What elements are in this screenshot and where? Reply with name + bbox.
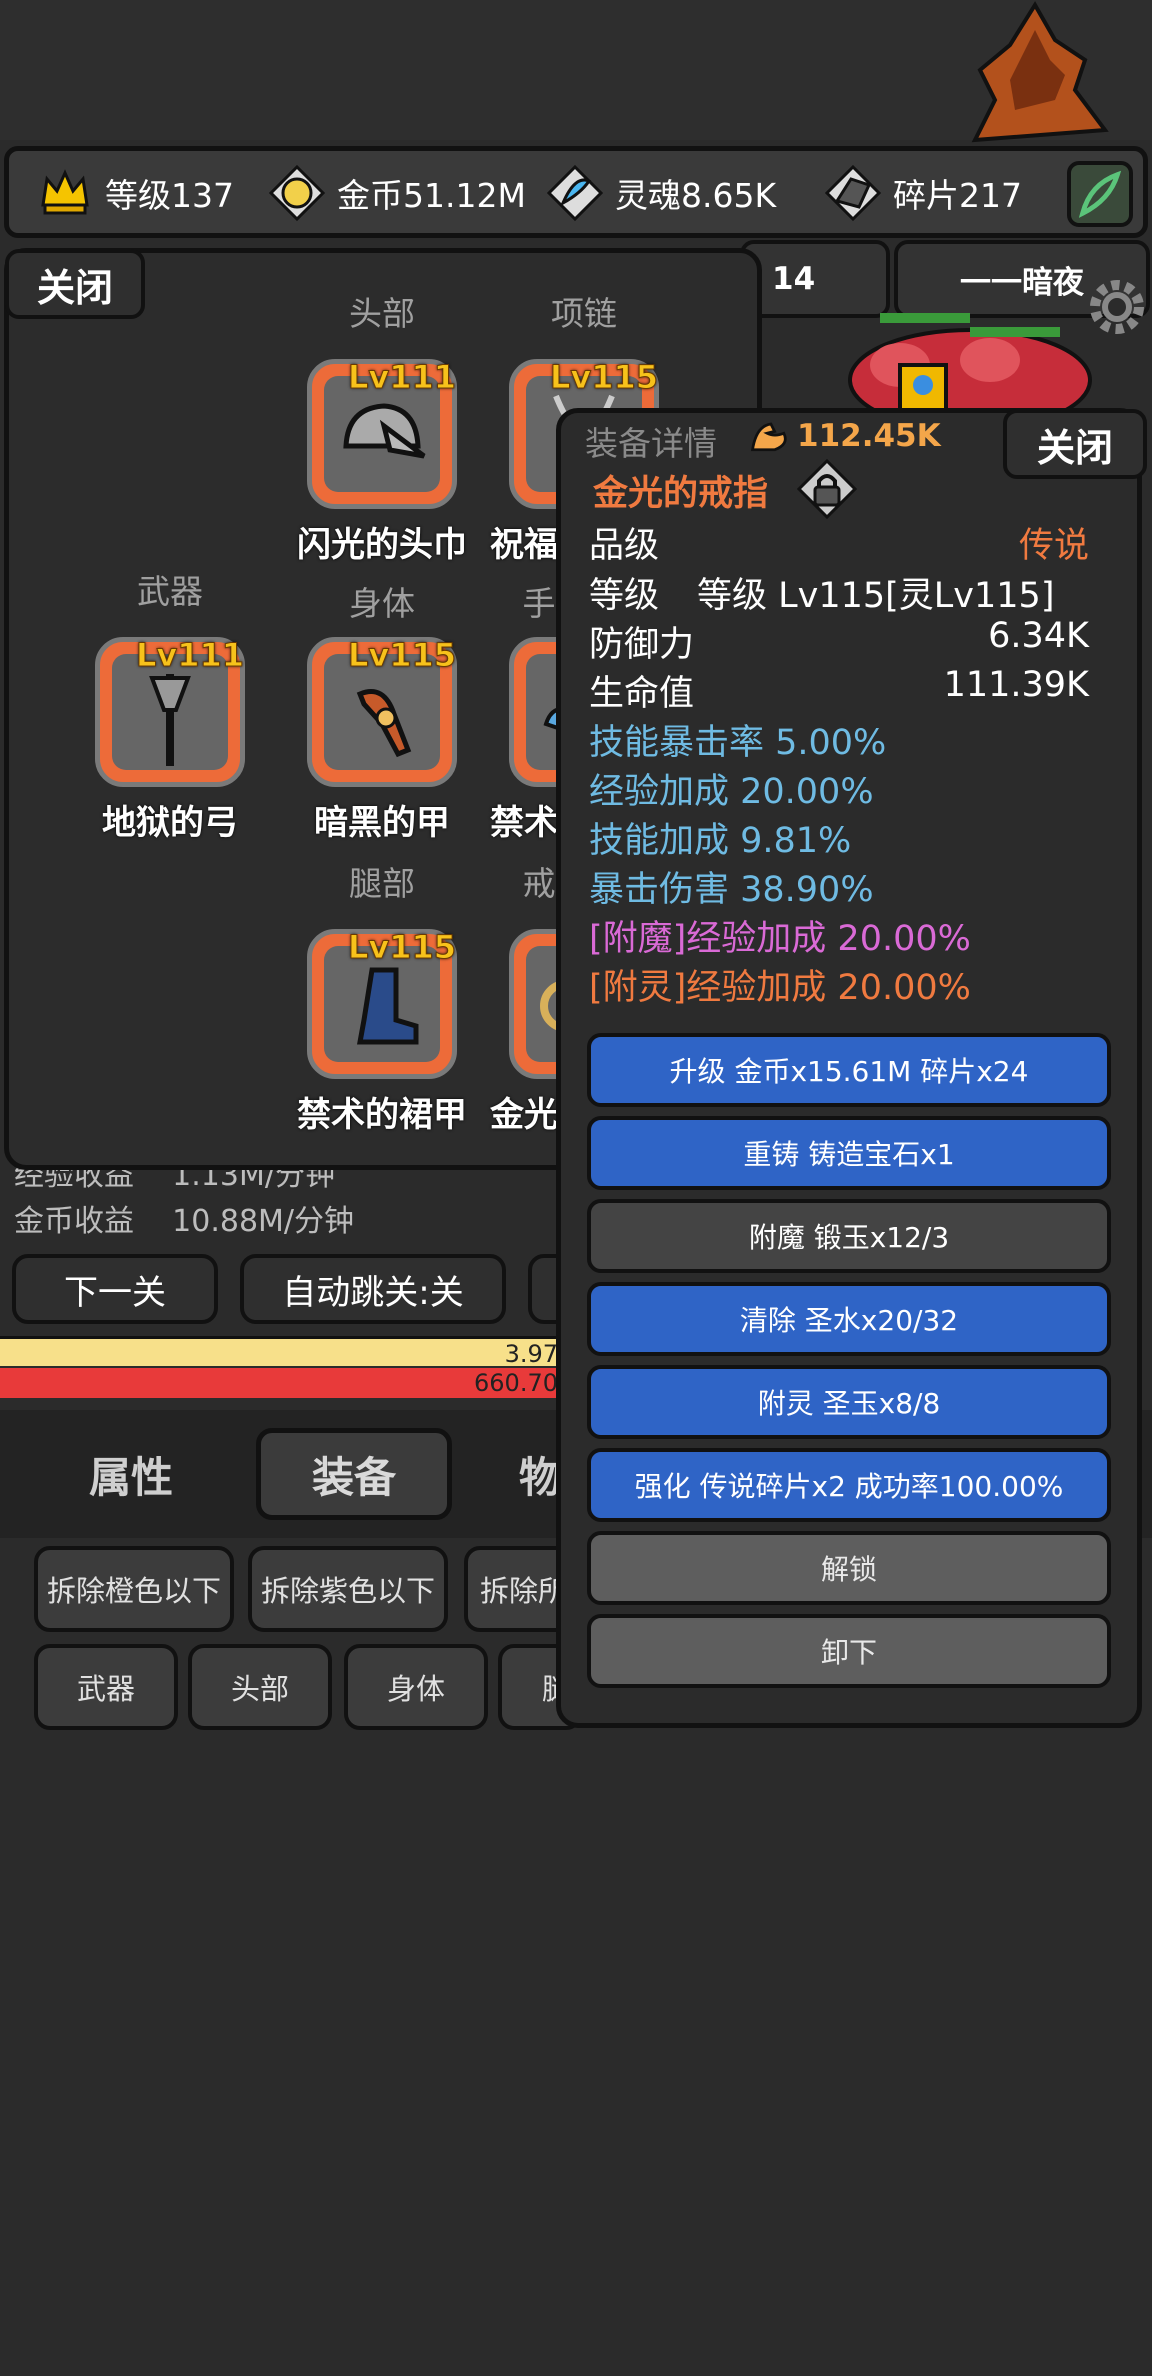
quality-label: 品级 (589, 526, 660, 566)
defense-value: 6.34K (988, 616, 1089, 656)
level-resource: 等级137 (35, 169, 234, 217)
reforge-button[interactable]: 重铸 铸造宝石x1 (587, 1116, 1111, 1190)
slot-legs-level: Lv115 (347, 928, 456, 967)
bonus-skill-crit: 技能暴击率 5.00% (589, 723, 887, 763)
gold-income-value: 10.88M/分钟 (172, 1204, 355, 1239)
filter-body-button[interactable]: 身体 (344, 1644, 488, 1730)
stage-number: 14 (772, 261, 816, 297)
slot-label-head: 头部 (349, 294, 415, 333)
tab-attributes[interactable]: 属性 (56, 1428, 206, 1520)
combat-power: 112.45K (747, 413, 941, 459)
leaf-icon (1078, 170, 1122, 218)
bonus-skill: 技能加成 9.81% (589, 821, 852, 861)
level-value-detail: 等级 Lv115[灵Lv115] (697, 576, 1055, 616)
hp-row: 生命值 111.39K (589, 665, 1089, 716)
slot-legs[interactable]: Lv115 (307, 928, 457, 1079)
slot-weapon-level: Lv111 (135, 636, 244, 675)
tab-equipment[interactable]: 装备 (256, 1428, 452, 1520)
exp-bar-value: 3.97 (504, 1340, 558, 1368)
clear-button[interactable]: 清除 圣水x20/32 (587, 1282, 1111, 1356)
slot-head[interactable]: Lv111 (307, 358, 457, 509)
crown-icon (41, 169, 89, 215)
slot-head-name: 闪光的头巾 (297, 525, 467, 565)
slot-body-level: Lv115 (347, 636, 456, 675)
gold-coin-icon (268, 164, 326, 222)
defense-label: 防御力 (589, 625, 695, 665)
dismantle-orange-button[interactable]: 拆除橙色以下 (34, 1546, 234, 1632)
slot-weapon-name: 地狱的弓 (102, 803, 238, 843)
quality-row: 品级 传说 (589, 517, 1089, 568)
slot-legs-name: 禁术的裙甲 (297, 1095, 467, 1135)
resource-bar: 等级137 金币51.12M 灵魂8.65K 碎片217 (4, 146, 1148, 238)
filter-weapon-button[interactable]: 武器 (34, 1644, 178, 1730)
dismantle-purple-button[interactable]: 拆除紫色以下 (248, 1546, 448, 1632)
detail-close-button[interactable]: 关闭 (1003, 409, 1147, 479)
equipment-detail-panel: 装备详情 112.45K 关闭 金光的戒指 品级 传说 等级 等级 Lv115[… (556, 408, 1147, 1728)
item-name: 金光的戒指 (593, 474, 769, 514)
level-row: 等级 等级 Lv115[灵Lv115] (589, 567, 1089, 618)
slot-head-level: Lv111 (347, 358, 456, 397)
filter-head-button[interactable]: 头部 (188, 1644, 332, 1730)
shards-resource: 碎片217 (823, 164, 1022, 222)
slot-label-weapon: 武器 (137, 572, 203, 611)
auto-jump-button[interactable]: 自动跳关:关 (240, 1254, 506, 1324)
shards-value: 碎片217 (893, 176, 1022, 215)
slot-body[interactable]: Lv115 (307, 636, 457, 787)
enchant-bonus: [附魔]经验加成 20.00% (589, 919, 971, 959)
defense-row: 防御力 6.34K (589, 616, 1089, 667)
level-value: 等级137 (105, 176, 234, 215)
slot-label-necklace: 项链 (551, 294, 617, 333)
equipment-close-button[interactable]: 关闭 (5, 249, 145, 319)
muscle-icon (750, 422, 787, 452)
slot-weapon[interactable]: Lv111 (95, 636, 245, 787)
soul-resource: 灵魂8.65K (545, 164, 777, 222)
upgrade-button[interactable]: 升级 金币x15.61M 碎片x24 (587, 1033, 1111, 1107)
gold-income: 金币收益 10.88M/分钟 (14, 1196, 354, 1240)
combat-power-value: 112.45K (797, 418, 941, 454)
gold-resource: 金币51.12M (267, 164, 526, 222)
gold-value: 金币51.12M (337, 176, 526, 215)
level-label: 等级 (589, 576, 660, 616)
slot-body-name: 暗黑的甲 (314, 803, 450, 843)
enchant-button[interactable]: 附魔 锻玉x12/3 (587, 1199, 1111, 1273)
bonus-crit-damage: 暴击伤害 38.90% (589, 870, 874, 910)
hp-label: 生命值 (589, 674, 695, 714)
enhance-button[interactable]: 强化 传说碎片x2 成功率100.00% (587, 1448, 1111, 1522)
hp-value: 111.39K (943, 665, 1089, 705)
tree-icon (971, 1, 1109, 143)
spirit-bonus: [附灵]经验加成 20.00% (589, 968, 971, 1008)
exp-bar: 3.97 (0, 1336, 620, 1368)
shard-icon (824, 164, 882, 222)
leaf-menu-button[interactable] (1067, 161, 1133, 227)
bonus-exp: 经验加成 20.00% (589, 772, 874, 812)
soul-icon (546, 164, 604, 222)
lock-icon[interactable] (797, 459, 857, 519)
slot-label-body: 身体 (349, 584, 415, 623)
stage-name: 一一暗夜 (960, 264, 1084, 301)
quality-value: 传说 (1018, 526, 1089, 566)
soul-value: 灵魂8.65K (615, 176, 777, 215)
next-stage-button[interactable]: 下一关 (12, 1254, 218, 1324)
unequip-button[interactable]: 卸下 (587, 1614, 1111, 1688)
unlock-button[interactable]: 解锁 (587, 1531, 1111, 1605)
slot-necklace-level: Lv115 (549, 358, 658, 397)
hp-bar-value: 660.70 (474, 1369, 558, 1397)
spirit-button[interactable]: 附灵 圣玉x8/8 (587, 1365, 1111, 1439)
slot-label-legs: 腿部 (349, 864, 415, 903)
gold-income-label: 金币收益 (14, 1204, 134, 1239)
detail-header: 装备详情 (585, 424, 717, 463)
hp-bar: 660.70 (0, 1368, 620, 1398)
